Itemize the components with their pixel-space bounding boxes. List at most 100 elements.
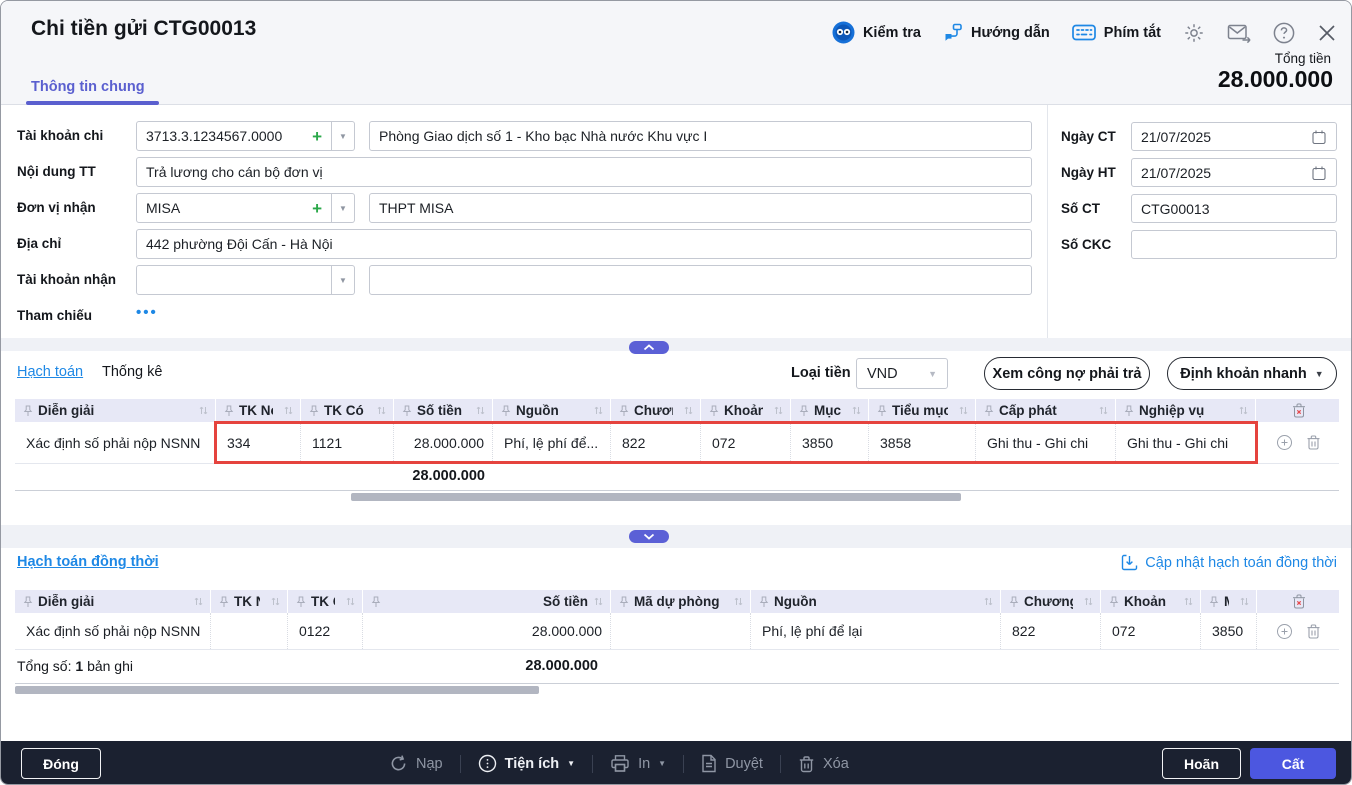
quick-posting-button[interactable]: Định khoản nhanh ▼	[1167, 357, 1337, 390]
column-header[interactable]: Tiểu mục	[869, 399, 976, 422]
sort-icon[interactable]	[773, 405, 784, 416]
pin-icon[interactable]	[224, 405, 234, 417]
pin-icon[interactable]	[219, 596, 229, 608]
pin-icon[interactable]	[309, 405, 319, 417]
reload-button[interactable]: Nạp	[389, 754, 443, 773]
table-cell[interactable]: 822	[611, 422, 701, 463]
voucher-number-input[interactable]: CTG00013	[1131, 194, 1337, 223]
delete-all-column-header[interactable]	[1257, 590, 1339, 613]
delete-all-icon[interactable]	[1291, 593, 1307, 610]
pin-icon[interactable]	[402, 405, 412, 417]
table-cell[interactable]: 3858	[869, 422, 976, 463]
delete-row-icon[interactable]	[1306, 434, 1321, 451]
column-header[interactable]: Nghiệp vụ	[1116, 399, 1256, 422]
ckc-number-input[interactable]	[1131, 230, 1337, 259]
table-cell[interactable]: 072	[1101, 613, 1201, 649]
pin-icon[interactable]	[984, 405, 994, 417]
approve-button[interactable]: Duyệt	[701, 754, 763, 773]
table-cell[interactable]: 0122	[288, 613, 363, 649]
help-icon[interactable]	[1273, 22, 1295, 44]
check-button[interactable]: Kiểm tra	[832, 21, 921, 44]
add-icon[interactable]: +	[312, 128, 322, 145]
column-header[interactable]: Số tiền	[363, 590, 611, 613]
column-header[interactable]: Chương	[611, 399, 701, 422]
paying-account-input[interactable]: 3713.3.1234567.0000 +	[136, 121, 332, 151]
tab-general-info[interactable]: Thông tin chung	[31, 79, 145, 95]
sort-icon[interactable]	[475, 405, 486, 416]
column-header[interactable]: Số tiền	[394, 399, 493, 422]
address-input[interactable]: 442 phường Đội Cấn - Hà Nội	[136, 229, 1032, 259]
sort-icon[interactable]	[198, 405, 209, 416]
sort-icon[interactable]	[983, 596, 994, 607]
table-cell[interactable]: Phí, lệ phí để lại	[751, 613, 1001, 649]
sort-icon[interactable]	[1098, 405, 1109, 416]
tab-hach-toan[interactable]: Hạch toán	[17, 364, 83, 380]
tab-thong-ke[interactable]: Thống kê	[102, 364, 162, 380]
sort-icon[interactable]	[270, 596, 281, 607]
sort-icon[interactable]	[733, 596, 744, 607]
table-cell[interactable]	[611, 613, 751, 649]
simultaneous-title-link[interactable]: Hạch toán đồng thời	[17, 554, 159, 570]
table-cell[interactable]: 1121	[301, 422, 394, 463]
column-header[interactable]: Khoản	[1101, 590, 1201, 613]
shortcut-button[interactable]: Phím tắt	[1072, 24, 1161, 41]
sort-icon[interactable]	[1239, 596, 1250, 607]
sort-icon[interactable]	[283, 405, 294, 416]
pin-icon[interactable]	[296, 596, 306, 608]
table-cell[interactable]: 3850	[791, 422, 869, 463]
accounting-date-input[interactable]: 21/07/2025	[1131, 158, 1337, 187]
close-button[interactable]: Đóng	[21, 748, 101, 779]
column-header[interactable]: Nguồn	[751, 590, 1001, 613]
pin-icon[interactable]	[799, 405, 809, 417]
sort-icon[interactable]	[1083, 596, 1094, 607]
calendar-icon[interactable]	[1311, 129, 1327, 145]
print-button[interactable]: In ▼	[610, 754, 666, 773]
column-header[interactable]: TK Có	[301, 399, 394, 422]
column-header[interactable]: Mục	[1201, 590, 1257, 613]
payment-content-input[interactable]: Trả lương cho cán bộ đơn vị	[136, 157, 1032, 187]
calendar-icon[interactable]	[1311, 165, 1327, 181]
sort-icon[interactable]	[683, 405, 694, 416]
column-header[interactable]: Nguồn	[493, 399, 611, 422]
sort-icon[interactable]	[593, 596, 604, 607]
sort-icon[interactable]	[376, 405, 387, 416]
column-header[interactable]: Diễn giải	[15, 590, 211, 613]
close-icon[interactable]	[1317, 23, 1337, 43]
table-cell[interactable]: 3850	[1201, 613, 1257, 649]
table-cell[interactable]: 28.000.000	[363, 613, 611, 649]
receiving-unit-input[interactable]: MISA +	[136, 193, 332, 223]
receiving-unit-dropdown[interactable]: ▼	[332, 193, 355, 223]
sort-icon[interactable]	[593, 405, 604, 416]
pin-icon[interactable]	[1109, 596, 1119, 608]
receiving-account-name-input[interactable]	[369, 265, 1032, 295]
pin-icon[interactable]	[619, 405, 629, 417]
receiving-account-dropdown[interactable]: ▼	[332, 265, 355, 295]
delete-row-icon[interactable]	[1306, 623, 1321, 640]
receiving-account-input[interactable]	[136, 265, 332, 295]
delete-all-column-header[interactable]	[1256, 399, 1339, 422]
column-header[interactable]: TK Có	[288, 590, 363, 613]
voucher-date-input[interactable]: 21/07/2025	[1131, 122, 1337, 151]
column-header[interactable]: TK Nợ	[216, 399, 301, 422]
add-row-icon[interactable]	[1276, 434, 1293, 451]
view-payable-debt-button[interactable]: Xem công nợ phải trả	[984, 357, 1150, 390]
sort-icon[interactable]	[1183, 596, 1194, 607]
settings-gear-icon[interactable]	[1183, 22, 1205, 44]
currency-select[interactable]: VND ▼	[856, 358, 948, 389]
sort-icon[interactable]	[193, 596, 204, 607]
postpone-button[interactable]: Hoãn	[1162, 748, 1241, 779]
pin-icon[interactable]	[1009, 596, 1019, 608]
table-cell[interactable]: Ghi thu - Ghi chi	[976, 422, 1116, 463]
guide-button[interactable]: Hướng dẫn	[943, 23, 1050, 43]
table-cell[interactable]: 072	[701, 422, 791, 463]
collapse-down-button[interactable]	[629, 530, 669, 543]
table-cell[interactable]: 28.000.000	[394, 422, 493, 463]
sort-icon[interactable]	[1238, 405, 1249, 416]
table-cell[interactable]: Ghi thu - Ghi chi	[1116, 422, 1256, 463]
column-header[interactable]: Chương	[1001, 590, 1101, 613]
sort-icon[interactable]	[345, 596, 356, 607]
pin-icon[interactable]	[709, 405, 719, 417]
pin-icon[interactable]	[501, 405, 511, 417]
add-icon[interactable]: +	[312, 200, 322, 217]
pin-icon[interactable]	[23, 405, 33, 417]
